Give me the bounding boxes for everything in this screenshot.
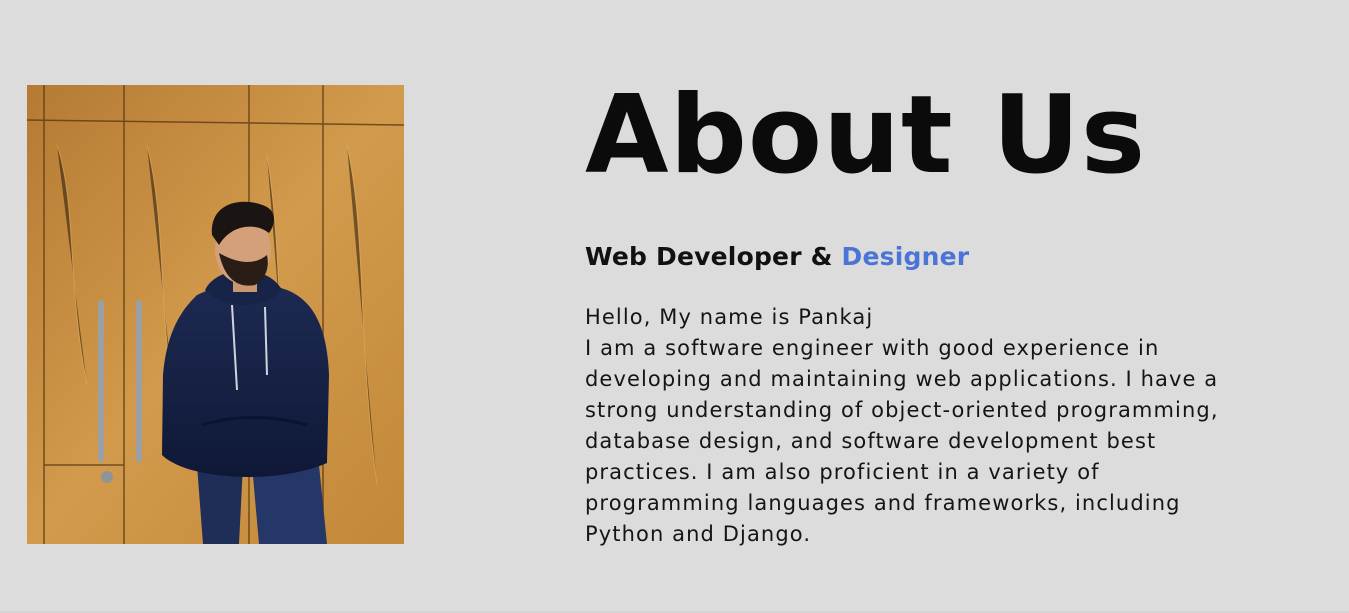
bio-paragraph: I am a software engineer with good exper…	[585, 336, 1219, 546]
profile-photo	[27, 85, 404, 544]
about-content: About Us Web Developer & Designer Hello,…	[585, 72, 1285, 550]
about-section: About Us Web Developer & Designer Hello,…	[0, 0, 1349, 613]
bio-block: Hello, My name is Pankaj I am a software…	[585, 302, 1255, 550]
bio-greeting: Hello, My name is Pankaj	[585, 305, 874, 329]
role-subtitle: Web Developer & Designer	[585, 242, 1285, 272]
page-title: About Us	[585, 73, 1147, 198]
role-main-text: Web Developer &	[585, 242, 842, 271]
role-accent-text: Designer	[841, 242, 970, 271]
